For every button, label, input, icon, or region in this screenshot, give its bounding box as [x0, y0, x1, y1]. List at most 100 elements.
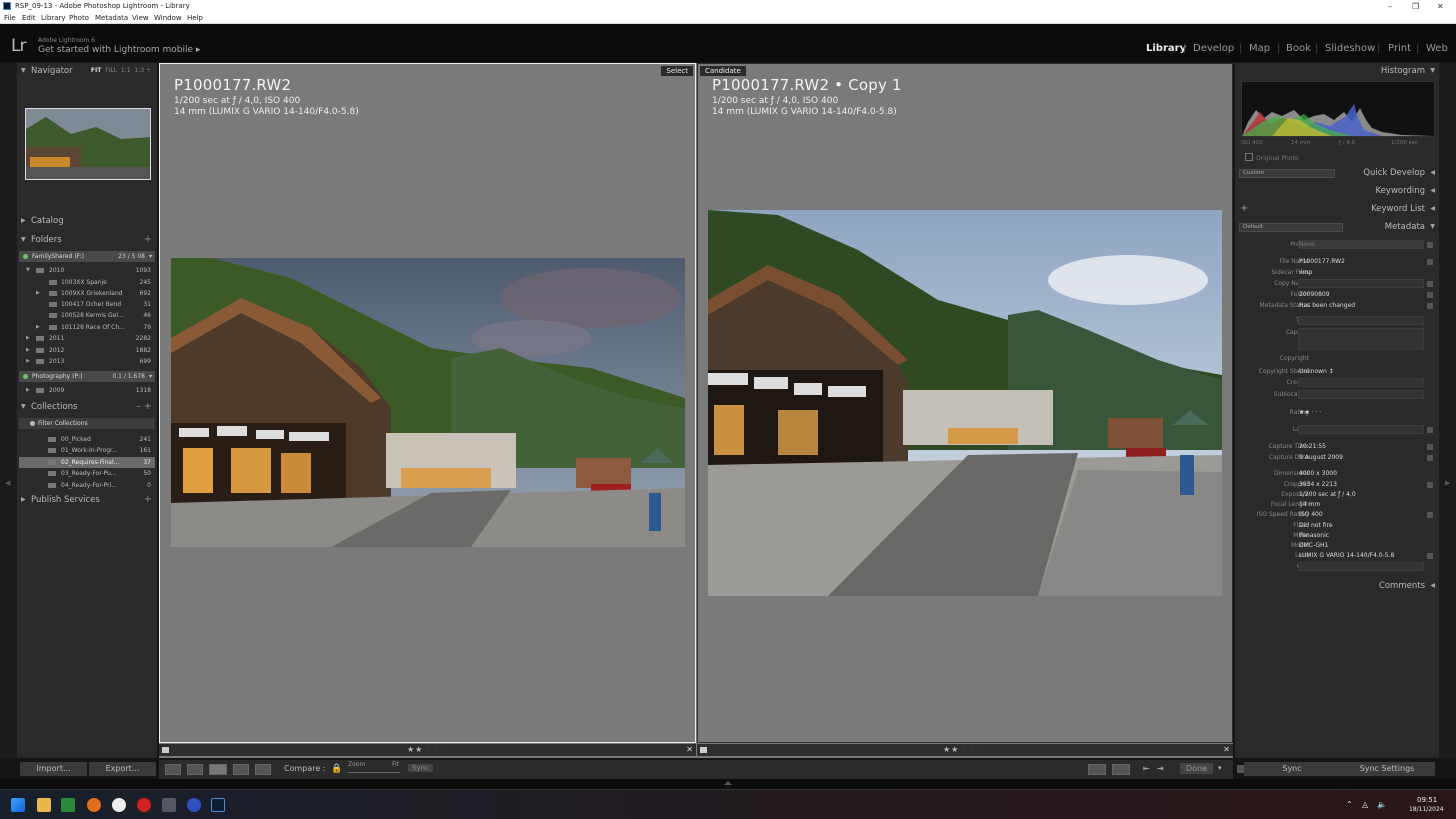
add-keyword-icon[interactable]: + — [1240, 201, 1248, 217]
folder-row[interactable]: ▶ 101128 Race Of Ch... 79 — [19, 322, 155, 333]
add-collection-icon[interactable]: + — [144, 399, 152, 415]
volume-icon[interactable]: 🔈 — [1377, 800, 1387, 809]
expand-triangle-icon[interactable]: ▶ — [26, 333, 30, 344]
collection-row[interactable]: 03_Ready-For-Pu... 50 — [19, 468, 155, 479]
people-view-icon[interactable] — [255, 764, 271, 775]
keywording-header[interactable]: Keywording ◀ — [1235, 183, 1439, 199]
lock-icon[interactable]: 🔒 — [331, 764, 342, 774]
tool-icon[interactable] — [162, 798, 176, 812]
metadata-value[interactable]: 20090809 — [1299, 291, 1330, 298]
folder-row[interactable]: 100528 Kermis Gel... 46 — [19, 310, 155, 321]
collection-row-selected[interactable]: 02_Requires-Final... 37 — [19, 457, 155, 468]
expand-triangle-icon[interactable]: ▶ — [36, 322, 40, 333]
metadata-field-box[interactable] — [1298, 378, 1424, 387]
make-select-icon[interactable] — [1112, 764, 1130, 775]
tray-overflow-icon[interactable]: ⌃ — [1346, 800, 1353, 809]
menu-metadata[interactable]: Metadata — [95, 13, 128, 24]
zoom-1-3[interactable]: 1:3 ÷ — [134, 67, 151, 74]
metadata-value[interactable]: Has been changed — [1299, 302, 1355, 309]
original-photo-checkbox[interactable]: Original Photo — [1245, 153, 1299, 162]
clock-date[interactable]: 18/11/2024 — [1409, 806, 1444, 813]
metadata-field-box[interactable] — [1298, 328, 1424, 350]
metadata-action-icon[interactable] — [1427, 553, 1433, 559]
remove-collection-icon[interactable]: – — [136, 399, 141, 415]
left-panel-toggle-icon[interactable]: ◀ — [5, 479, 10, 487]
module-book[interactable]: Book — [1286, 43, 1311, 54]
metadata-header[interactable]: Metadata ▼ — [1235, 219, 1439, 235]
volume-familyshared[interactable]: FamilyShared (F:) 23 / 5 08 ▾ — [19, 251, 155, 262]
navigator-preview[interactable] — [25, 108, 151, 180]
done-button[interactable]: Done — [1180, 763, 1214, 774]
close-icon[interactable]: ✕ — [1437, 0, 1444, 13]
folder-row[interactable]: 100417 Ocher Bend 31 — [19, 299, 155, 310]
wifi-icon[interactable]: ◬ — [1362, 800, 1368, 809]
collection-row[interactable]: 04_Ready-For-Pri... 0 — [19, 480, 155, 491]
publish-services-header[interactable]: ▶ Publish Services + — [17, 492, 157, 508]
grid-view-icon[interactable] — [165, 764, 181, 775]
metadata-action-icon[interactable] — [1427, 427, 1433, 433]
select-pane[interactable]: Select P1000177.RW2 1/200 sec at ƒ / 4,0… — [159, 63, 696, 743]
next-arrow-icon[interactable]: ⇥ — [1157, 764, 1164, 773]
metadata-action-icon[interactable] — [1427, 455, 1433, 461]
select-photo[interactable] — [171, 258, 685, 547]
navigator-header[interactable]: ▼ Navigator FIT FILL 1:1 1:3 ÷ — [17, 63, 157, 79]
compare-view-icon[interactable] — [209, 764, 227, 775]
folder-row[interactable]: ▼ 2010 1093 — [19, 265, 155, 276]
collection-row[interactable]: 01_Work-In-Progr... 161 — [19, 445, 155, 456]
volume-photography[interactable]: Photography (P:) 0.1 / 1.678 ▾ — [19, 371, 155, 382]
menu-view[interactable]: View — [132, 13, 149, 24]
mobile-link[interactable]: Get started with Lightroom mobile ▸ — [38, 45, 200, 55]
sync-compare-button[interactable]: Sync — [408, 764, 433, 772]
loupe-view-icon[interactable] — [187, 764, 203, 775]
metadata-field-box[interactable] — [1298, 425, 1424, 434]
expand-triangle-icon[interactable]: ▶ — [26, 356, 30, 367]
metadata-field-box[interactable] — [1298, 562, 1424, 571]
sync-button[interactable]: Sync — [1244, 762, 1340, 776]
zoom-fill[interactable]: FILL — [105, 67, 117, 74]
filmstrip-toggle-icon[interactable] — [724, 781, 732, 785]
menu-help[interactable]: Help — [187, 13, 203, 24]
lightroom-taskbar-icon[interactable] — [211, 798, 225, 812]
metadata-action-icon[interactable] — [1427, 482, 1433, 488]
metadata-value[interactable]: P1000177.RW2 — [1299, 258, 1345, 265]
metadata-action-icon[interactable] — [1427, 303, 1433, 309]
keyword-list-header[interactable]: + Keyword List ◀ — [1235, 201, 1439, 217]
metadata-field-box[interactable] — [1298, 316, 1424, 325]
histogram[interactable] — [1241, 81, 1435, 137]
folder-row[interactable]: ▶ 2009 1318 — [19, 385, 155, 396]
menu-file[interactable]: File — [4, 13, 16, 24]
close-candidate-icon[interactable]: ✕ — [1223, 744, 1230, 756]
metadata-action-icon[interactable] — [1427, 259, 1433, 265]
clock-time[interactable]: 09:51 — [1417, 796, 1437, 804]
sync-settings-button[interactable]: Sync Settings — [1339, 762, 1435, 776]
candidate-photo[interactable] — [708, 210, 1222, 596]
flag-icon[interactable] — [162, 747, 169, 753]
toolbar-menu-icon[interactable]: ▾ — [1218, 764, 1222, 772]
metadata-field-box[interactable] — [1298, 240, 1424, 249]
metadata-value[interactable]: Unknown ↕ — [1299, 368, 1334, 375]
minimize-icon[interactable]: – — [1388, 0, 1392, 13]
start-icon[interactable] — [11, 798, 25, 812]
add-publish-service-icon[interactable]: + — [144, 492, 152, 508]
folder-row[interactable]: ▶ 2011 2282 — [19, 333, 155, 344]
export-button[interactable]: Export... — [89, 762, 156, 776]
metadata-value[interactable]: ★★ · · · — [1299, 409, 1321, 416]
folder-row[interactable]: ▶ 2012 1882 — [19, 345, 155, 356]
mail-icon[interactable] — [87, 798, 101, 812]
folders-header[interactable]: ▼ Folders + — [17, 232, 157, 248]
import-button[interactable]: Import... — [20, 762, 87, 776]
zoom-1-1[interactable]: 1:1 — [121, 67, 131, 74]
histogram-header[interactable]: Histogram ▼ — [1235, 63, 1439, 79]
module-web[interactable]: Web — [1426, 43, 1448, 54]
excel-icon[interactable] — [61, 798, 75, 812]
module-library[interactable]: Library — [1146, 43, 1186, 54]
add-folder-icon[interactable]: + — [144, 232, 152, 248]
volume-menu-icon[interactable]: ▾ — [149, 251, 152, 262]
metadata-action-icon[interactable] — [1427, 444, 1433, 450]
collection-row[interactable]: 00_Picked 241 — [19, 434, 155, 445]
close-select-icon[interactable]: ✕ — [686, 744, 693, 756]
app-icon[interactable] — [112, 798, 126, 812]
expand-triangle-icon[interactable]: ▶ — [26, 345, 30, 356]
metadata-value[interactable]: xmp — [1299, 269, 1312, 276]
file-explorer-icon[interactable] — [37, 798, 51, 812]
